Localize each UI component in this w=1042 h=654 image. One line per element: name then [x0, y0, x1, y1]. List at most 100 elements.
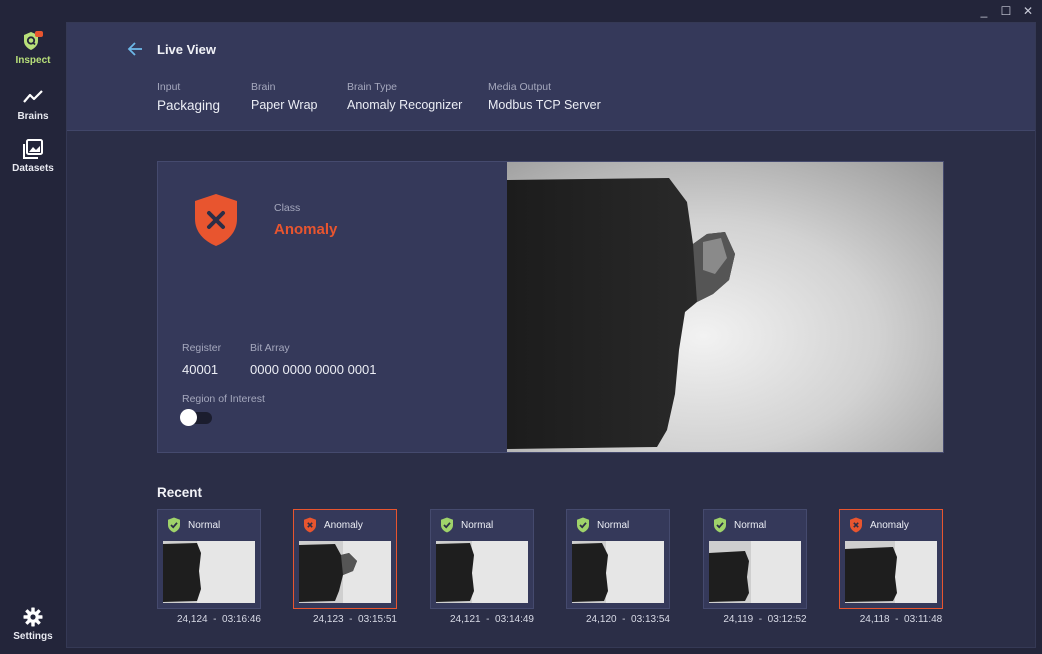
x-shield-icon: [850, 517, 862, 533]
live-view-panel: Live View Input Packaging Brain Paper Wr…: [66, 22, 1036, 648]
recent-card[interactable]: Normal: [430, 509, 534, 609]
meta-value: Packaging: [157, 98, 221, 113]
live-camera-image: [507, 162, 943, 452]
recent-time: 03:12:52: [767, 614, 807, 625]
roi-toggle[interactable]: [180, 409, 212, 426]
back-button[interactable]: [125, 39, 145, 59]
recent-id: 24,120: [586, 614, 617, 625]
status-label: Normal: [188, 519, 221, 531]
sidebar-item-label: Inspect: [15, 55, 51, 66]
bit-array-value: 0000 0000 0000 0001: [250, 362, 377, 377]
recent-item[interactable]: Anomaly 24,118 - 03:11:48: [839, 509, 943, 625]
sidebar-item-datasets[interactable]: Datasets: [0, 138, 66, 174]
thumbnail-image: [299, 541, 391, 603]
thumbnail-image: [845, 541, 937, 603]
minimize-button[interactable]: _: [978, 4, 990, 18]
status-label: Normal: [597, 519, 630, 531]
meta-value: Anomaly Recognizer: [347, 98, 463, 112]
bit-array-label: Bit Array: [250, 342, 290, 354]
recent-card[interactable]: Anomaly: [293, 509, 397, 609]
arrow-left-icon: [127, 42, 142, 56]
recent-item[interactable]: Normal 24,119 - 03:12:52: [703, 509, 807, 625]
status-label: Anomaly: [870, 519, 909, 531]
meta-label: Media Output: [488, 81, 552, 93]
recent-card[interactable]: Anomaly: [839, 509, 943, 609]
recent-caption: 24,124 - 03:16:46: [177, 614, 261, 625]
meta-brain: Brain Paper Wrap: [251, 81, 317, 112]
sidebar-item-label: Settings: [13, 631, 53, 642]
recent-time: 03:13:54: [631, 614, 670, 625]
page-title: Live View: [157, 42, 217, 57]
recent-id: 24,123: [313, 614, 344, 625]
meta-brain-type: Brain Type Anomaly Recognizer: [347, 81, 462, 112]
meta-label: Input: [157, 81, 181, 93]
recent-caption: 24,121 - 03:14:49: [450, 614, 534, 625]
class-value: Anomaly: [274, 221, 338, 238]
recent-id: 24,119: [723, 614, 754, 625]
status-label: Anomaly: [324, 519, 363, 531]
meta-value: Modbus TCP Server: [488, 98, 601, 112]
status-label: Normal: [461, 519, 494, 531]
status-badge: Normal: [713, 517, 766, 533]
recent-item[interactable]: Normal 24,124 - 03:16:46: [157, 509, 261, 625]
status-badge: Normal: [167, 517, 220, 533]
page-header: Live View Input Packaging Brain Paper Wr…: [67, 23, 1035, 131]
result-card: Class Anomaly Register 40001 Bit Array 0…: [157, 161, 944, 453]
register-label: Register: [182, 342, 222, 354]
register-value: 40001: [182, 362, 219, 377]
check-shield-icon: [441, 517, 453, 533]
recent-item[interactable]: Normal 24,120 - 03:13:54: [566, 509, 670, 625]
recent-time: 03:16:46: [222, 614, 261, 625]
sidebar-item-label: Brains: [17, 111, 49, 122]
recent-card[interactable]: Normal: [703, 509, 807, 609]
thumbnail-image: [163, 541, 255, 603]
x-shield-icon: [304, 517, 316, 533]
sidebar-item-label: Datasets: [12, 163, 54, 174]
image-stack-icon: [22, 138, 44, 160]
recent-caption: 24,118 - 03:11:48: [859, 614, 943, 625]
toggle-knob: [180, 409, 197, 426]
recent-id: 24,121: [450, 614, 481, 625]
recent-item[interactable]: Anomaly 24,123 - 03:15:51: [293, 509, 397, 625]
recent-caption: 24,123 - 03:15:51: [313, 614, 397, 625]
recent-caption: 24,119 - 03:12:52: [723, 614, 807, 625]
recent-title: Recent: [157, 485, 203, 500]
status-badge: Normal: [440, 517, 493, 533]
maximize-button[interactable]: ☐: [1000, 4, 1012, 18]
class-label: Class: [274, 202, 301, 214]
recent-time: 03:11:48: [904, 614, 943, 625]
status-badge: Normal: [576, 517, 629, 533]
gear-icon: [22, 606, 44, 628]
recent-id: 24,124: [177, 614, 208, 625]
recent-list: Normal 24,124 - 03:16:46 Anomaly 24,123 …: [157, 509, 947, 629]
recent-card[interactable]: Normal: [566, 509, 670, 609]
sidebar-item-inspect[interactable]: Inspect: [0, 30, 66, 66]
recent-time: 03:14:49: [495, 614, 534, 625]
sidebar-item-brains[interactable]: Brains: [0, 86, 66, 122]
recent-card[interactable]: Normal: [157, 509, 261, 609]
sidebar-item-settings[interactable]: Settings: [0, 606, 66, 642]
recent-time: 03:15:51: [358, 614, 397, 625]
anomaly-shield-icon: [192, 192, 240, 248]
thumbnail-image: [709, 541, 801, 603]
sidebar: Inspect Brains Datasets Settings: [0, 0, 66, 654]
status-badge: Anomaly: [849, 517, 909, 533]
recent-caption: 24,120 - 03:13:54: [586, 614, 670, 625]
thumbnail-image: [572, 541, 664, 603]
meta-media-output: Media Output Modbus TCP Server: [488, 81, 601, 112]
thumbnail-image: [436, 541, 528, 603]
recent-id: 24,118: [859, 614, 890, 625]
close-button[interactable]: ✕: [1022, 4, 1034, 18]
meta-label: Brain Type: [347, 81, 398, 93]
meta-input: Input Packaging: [157, 81, 220, 113]
check-shield-icon: [168, 517, 180, 533]
check-shield-icon: [714, 517, 726, 533]
status-label: Normal: [734, 519, 767, 531]
meta-value: Paper Wrap: [251, 98, 318, 112]
trend-line-icon: [22, 86, 44, 108]
recent-item[interactable]: Normal 24,121 - 03:14:49: [430, 509, 534, 625]
inspect-shield-icon: [22, 30, 44, 52]
status-badge: Anomaly: [303, 517, 363, 533]
window-controls: _ ☐ ✕: [978, 4, 1034, 18]
meta-label: Brain: [251, 81, 276, 93]
